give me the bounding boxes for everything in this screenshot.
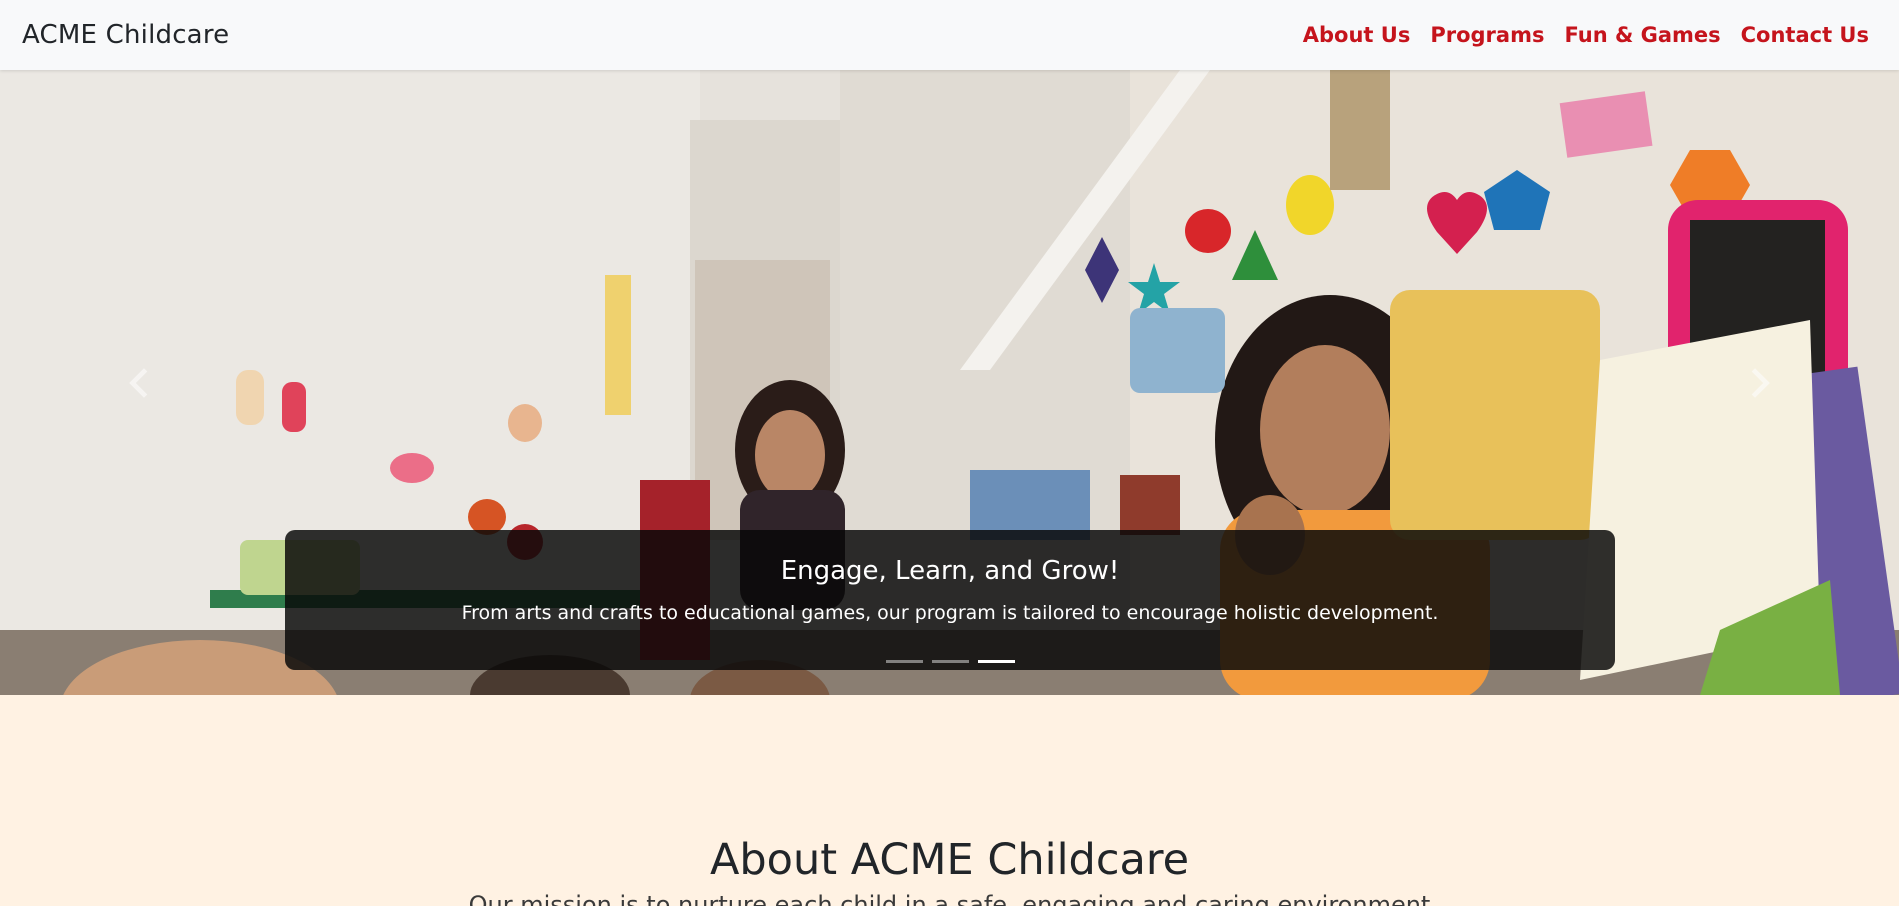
chevron-left-icon	[129, 367, 148, 398]
nav-links: About Us Programs Fun & Games Contact Us	[1303, 23, 1869, 47]
about-section: About ACME Childcare Our mission is to n…	[0, 695, 1899, 906]
caption-title: Engage, Learn, and Grow!	[780, 556, 1120, 586]
carousel-next-control[interactable]	[1619, 70, 1899, 695]
carousel-caption: Engage, Learn, and Grow! From arts and c…	[285, 530, 1615, 670]
chevron-right-icon	[1751, 367, 1770, 398]
nav-link-about-us[interactable]: About Us	[1303, 23, 1411, 47]
nav-link-fun-games[interactable]: Fun & Games	[1564, 23, 1720, 47]
about-subtitle: Our mission is to nurture each child in …	[468, 891, 1431, 906]
carousel-prev-control[interactable]	[0, 70, 280, 695]
carousel-indicators	[285, 660, 1615, 663]
nav-link-programs[interactable]: Programs	[1430, 23, 1544, 47]
carousel-indicator-1[interactable]	[885, 660, 923, 663]
nav-link-contact-us[interactable]: Contact Us	[1741, 23, 1869, 47]
carousel-indicator-3[interactable]	[977, 660, 1015, 663]
caption-text: From arts and crafts to educational game…	[461, 602, 1439, 624]
carousel-indicator-2[interactable]	[931, 660, 969, 663]
brand-logo-text[interactable]: ACME Childcare	[22, 20, 229, 50]
hero-carousel: Engage, Learn, and Grow! From arts and c…	[0, 70, 1899, 695]
about-title: About ACME Childcare	[709, 835, 1190, 885]
top-navbar: ACME Childcare About Us Programs Fun & G…	[0, 0, 1899, 70]
